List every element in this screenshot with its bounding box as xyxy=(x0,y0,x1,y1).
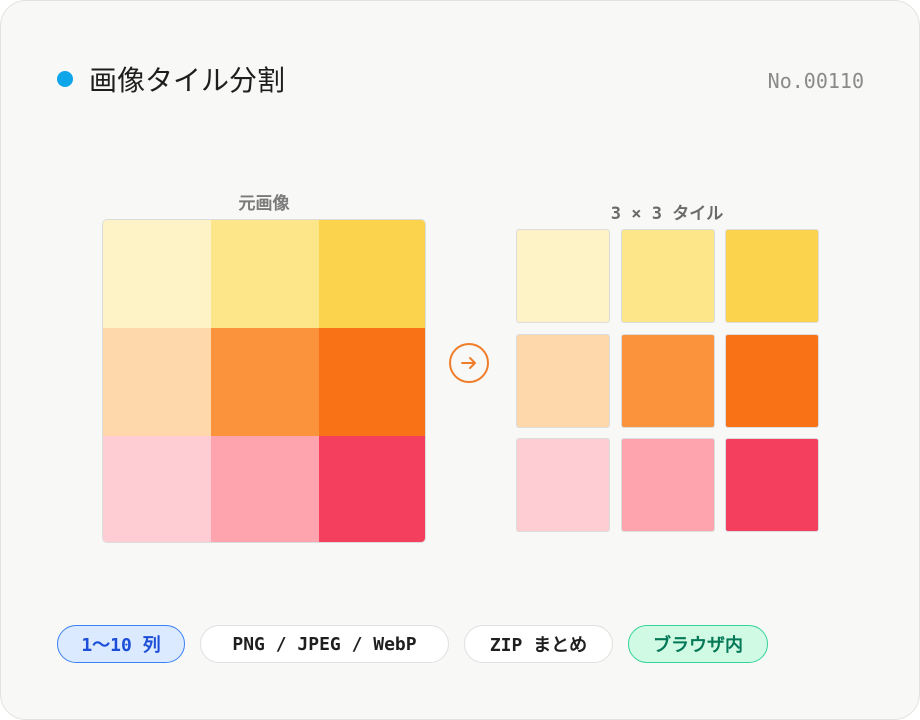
tile[interactable] xyxy=(516,229,610,323)
tile[interactable] xyxy=(621,229,715,323)
tile[interactable] xyxy=(725,334,819,428)
source-image xyxy=(102,219,426,543)
tile[interactable] xyxy=(725,229,819,323)
source-region xyxy=(319,220,425,328)
chip-zip: ZIP まとめ xyxy=(464,625,613,663)
source-region xyxy=(103,328,211,436)
serial-number: No.00110 xyxy=(767,69,864,93)
source-region xyxy=(211,220,319,328)
source-image-label: 元画像 xyxy=(238,194,290,214)
tile-split-card: 画像タイル分割 No.00110 元画像 3 × 3 タイル 1〜10 列 PN… xyxy=(0,0,920,720)
page-title: 画像タイル分割 xyxy=(89,64,286,97)
tiles-label: 3 × 3 タイル xyxy=(610,204,724,224)
status-dot xyxy=(57,71,73,87)
chip-formats: PNG / JPEG / WebP xyxy=(200,625,449,663)
source-region xyxy=(103,220,211,328)
source-region xyxy=(319,436,425,542)
arrow-right-icon xyxy=(449,343,489,383)
chip-columns: 1〜10 列 xyxy=(57,625,185,663)
chip-in-browser: ブラウザ内 xyxy=(628,625,768,663)
tile[interactable] xyxy=(516,334,610,428)
tile[interactable] xyxy=(621,334,715,428)
source-region xyxy=(319,328,425,436)
tile[interactable] xyxy=(621,438,715,532)
source-region xyxy=(211,436,319,542)
source-region xyxy=(103,436,211,542)
source-region xyxy=(211,328,319,436)
tile[interactable] xyxy=(725,438,819,532)
tile[interactable] xyxy=(516,438,610,532)
